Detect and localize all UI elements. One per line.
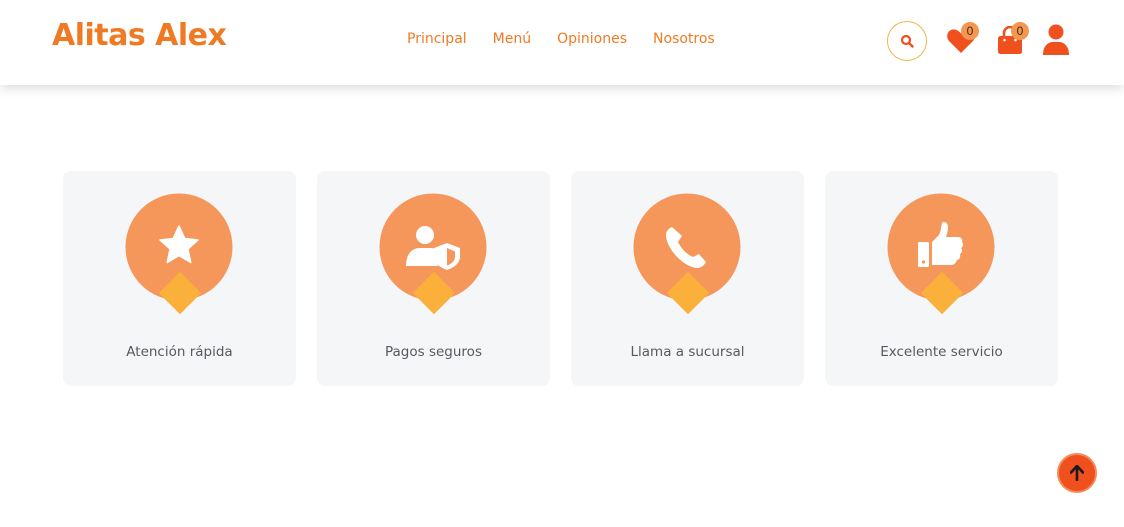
star-icon: [125, 193, 233, 315]
search-icon: [900, 34, 914, 48]
features-section: Atención rápida Pagos seguros Llama a su…: [63, 171, 1059, 386]
feature-label: Pagos seguros: [385, 344, 482, 360]
feature-card-llama: Llama a sucursal: [571, 171, 804, 386]
feature-label: Llama a sucursal: [630, 344, 745, 360]
feature-label: Atención rápida: [126, 344, 233, 360]
scroll-to-top-button[interactable]: [1057, 453, 1097, 493]
user-icon: [1043, 24, 1069, 55]
feature-card-excelente: Excelente servicio: [825, 171, 1058, 386]
nav-item-opiniones[interactable]: Opiniones: [557, 31, 627, 47]
nav-item-menu[interactable]: Menú: [493, 31, 531, 47]
phone-icon: [633, 193, 741, 315]
thumbs-up-icon: [887, 193, 995, 315]
wishlist-count-badge: 0: [961, 22, 979, 40]
nav-item-nosotros[interactable]: Nosotros: [653, 31, 715, 47]
cart-button[interactable]: 0: [996, 22, 1030, 56]
brand-logo[interactable]: Alitas Alex: [52, 18, 227, 53]
feature-card-atencion: Atención rápida: [63, 171, 296, 386]
feature-label: Excelente servicio: [880, 344, 1003, 360]
user-shield-icon: [379, 193, 487, 315]
main-nav: Principal Menú Opiniones Nosotros: [407, 31, 741, 47]
feature-card-pagos: Pagos seguros: [317, 171, 550, 386]
search-button[interactable]: [887, 21, 927, 61]
site-header: Alitas Alex Principal Menú Opiniones Nos…: [0, 0, 1124, 85]
arrow-up-icon: [1070, 465, 1084, 481]
account-button[interactable]: [1042, 24, 1070, 56]
wishlist-button[interactable]: 0: [946, 22, 980, 56]
nav-item-principal[interactable]: Principal: [407, 31, 467, 47]
cart-count-badge: 0: [1011, 22, 1029, 40]
